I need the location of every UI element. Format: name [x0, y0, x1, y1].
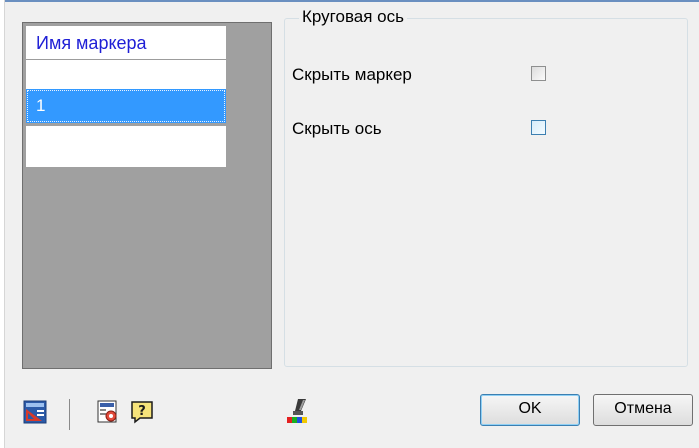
list-row-selected[interactable]: 1 [26, 89, 226, 123]
list-header-marker-name[interactable]: Имя маркера [26, 26, 226, 60]
svg-text:?: ? [138, 404, 146, 419]
list-row-spacer [26, 60, 226, 89]
help-icon[interactable]: ? [130, 400, 154, 424]
hide-marker-checkbox[interactable] [531, 66, 546, 81]
hide-axis-label: Скрыть ось [292, 119, 382, 138]
brush-color-icon[interactable] [284, 397, 310, 425]
layout-icon[interactable] [23, 400, 47, 424]
hide-marker-label: Скрыть маркер [292, 65, 412, 84]
focus-rect [27, 90, 225, 122]
ok-button[interactable]: OK [480, 394, 580, 426]
hide-axis-checkbox[interactable] [531, 120, 546, 135]
circular-axis-group: Круговая ось Скрыть маркер Скрыть ось [284, 7, 688, 367]
list-row-empty[interactable] [26, 126, 226, 167]
group-title: Круговая ось [299, 7, 407, 27]
window-left-border [0, 0, 5, 448]
window-top-border [0, 0, 699, 2]
cancel-button[interactable]: Отмена [593, 394, 693, 426]
sheet-settings-icon[interactable] [96, 400, 120, 424]
marker-list[interactable]: Имя маркера 1 [22, 22, 272, 369]
toolbar-separator [69, 399, 70, 430]
